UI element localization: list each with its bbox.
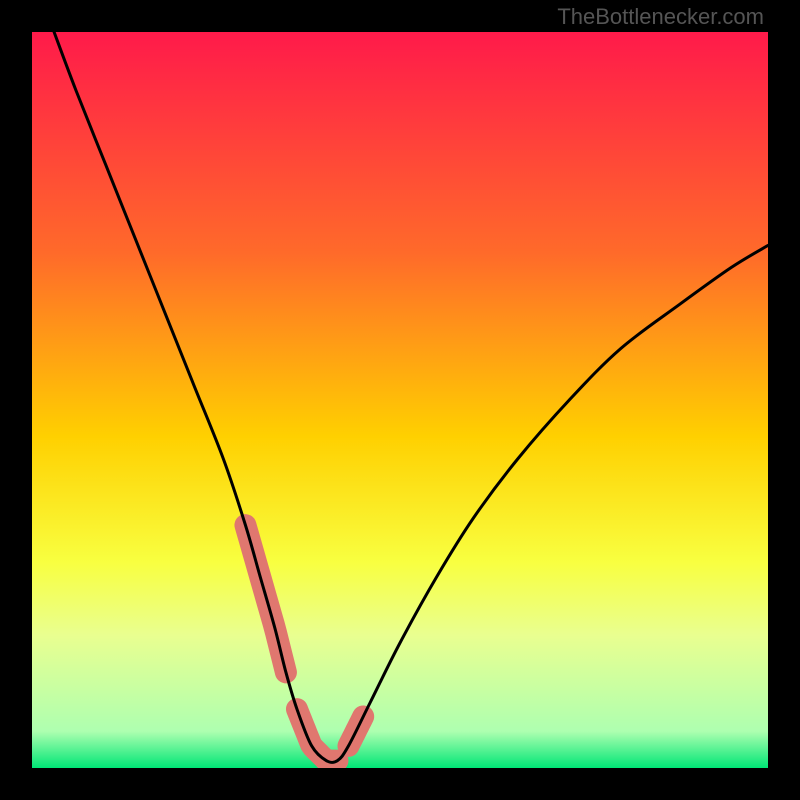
chart-svg (32, 32, 768, 768)
chart-plot-area (32, 32, 768, 768)
watermark-text: TheBottlenecker.com (557, 4, 764, 30)
chart-background (32, 32, 768, 768)
